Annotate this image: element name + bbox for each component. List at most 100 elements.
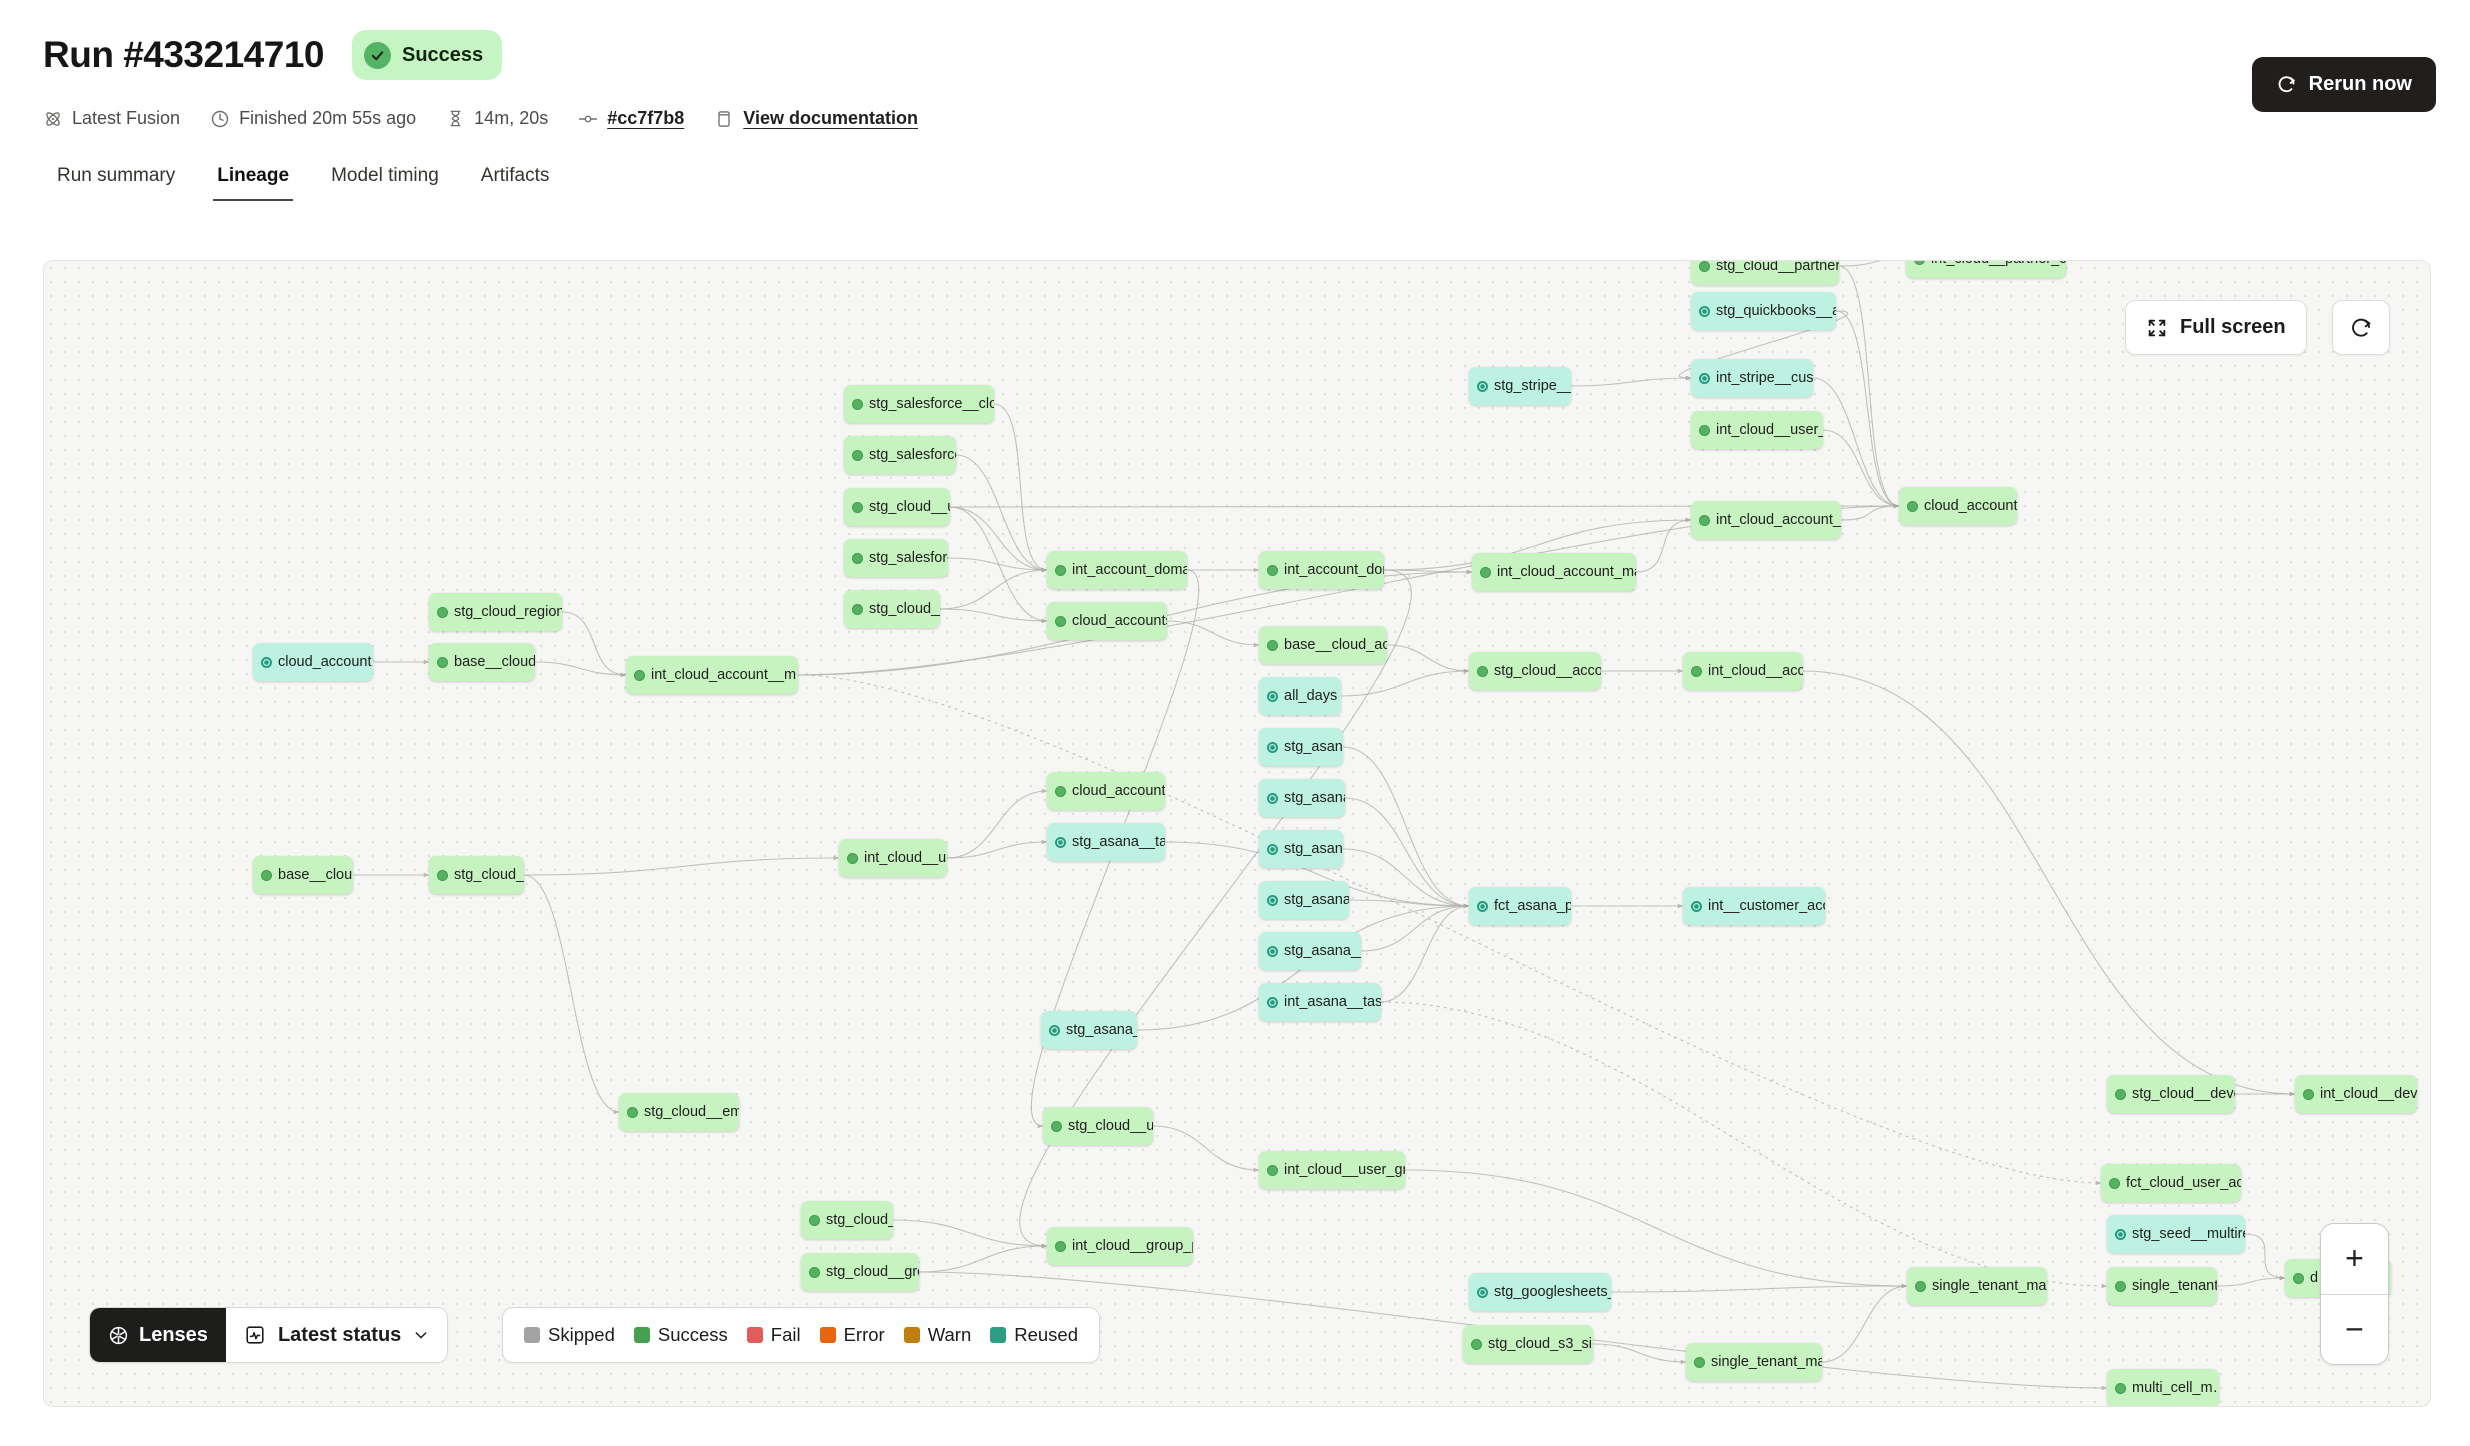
rerun-now-button[interactable]: Rerun now	[2252, 57, 2436, 112]
reused-status-icon	[1267, 691, 1278, 702]
graph-node[interactable]: stg_seed__multireg…	[2107, 1215, 2245, 1253]
refresh-icon	[2349, 316, 2373, 340]
graph-node[interactable]: stg_asana__tas…	[1047, 823, 1165, 861]
graph-node[interactable]: int_account_domain…	[1047, 551, 1187, 589]
commit-link[interactable]: #cc7f7b8	[607, 108, 684, 129]
graph-node[interactable]: cloud_account…	[1899, 487, 2017, 525]
graph-node[interactable]: stg_salesforce…	[844, 539, 948, 577]
zoom-out-button[interactable]: −	[2321, 1295, 2388, 1365]
lineage-edge	[1839, 261, 1906, 266]
graph-node[interactable]: stg_cloud_region…	[429, 593, 562, 631]
graph-node[interactable]: int_cloud__group_per…	[1047, 1227, 1193, 1265]
graph-node[interactable]: single_tenant_map…	[1686, 1343, 1822, 1381]
graph-node[interactable]: stg_cloud__…	[844, 590, 940, 628]
document-icon	[714, 109, 734, 129]
graph-node[interactable]: int_account_dom…	[1259, 551, 1384, 589]
graph-node[interactable]: stg_asana__…	[1259, 881, 1349, 919]
graph-node[interactable]: stg_asana_…	[1259, 779, 1345, 817]
lineage-graph-panel[interactable]: Full screen + − Lenses Latest status Ski…	[43, 260, 2431, 1407]
graph-node[interactable]: stg_quickbooks__a…	[1691, 292, 1836, 330]
zoom-in-button[interactable]: +	[2321, 1224, 2388, 1294]
graph-node[interactable]: int_cloud__accoun…	[1683, 652, 1803, 690]
graph-node[interactable]: cloud_account…	[1047, 772, 1165, 810]
graph-node-label: stg_cloud__us…	[869, 499, 950, 515]
docs-meta[interactable]: View documentation	[714, 108, 918, 129]
graph-node[interactable]: int_cloud__user_ac…	[1691, 411, 1823, 449]
graph-node[interactable]: stg_googlesheets__sin…	[1469, 1273, 1611, 1311]
graph-node[interactable]: fct_asana_proj…	[1469, 887, 1571, 925]
full-screen-label: Full screen	[2180, 316, 2286, 339]
graph-node[interactable]: stg_asana__pr…	[1259, 932, 1361, 970]
tab-artifacts[interactable]: Artifacts	[481, 165, 550, 201]
success-status-icon	[847, 853, 858, 864]
tab-model-timing[interactable]: Model timing	[331, 165, 439, 201]
graph-node[interactable]: stg_cloud_…	[429, 856, 524, 894]
graph-node[interactable]: base__cloud_acco…	[1259, 626, 1387, 664]
graph-refresh-button[interactable]	[2332, 300, 2390, 355]
lineage-edge	[1836, 311, 1899, 506]
lineage-edge	[1593, 1344, 1686, 1362]
graph-node[interactable]: int_cloud__devel…	[2295, 1075, 2417, 1113]
graph-node[interactable]: int_stripe__custo…	[1691, 359, 1813, 397]
graph-node[interactable]: stg_asana…	[1259, 830, 1343, 868]
graph-node[interactable]: int_asana__task_s…	[1259, 983, 1381, 1021]
graph-node[interactable]: stg_asana__…	[1041, 1011, 1137, 1049]
graph-node[interactable]: fct_cloud_user_acc…	[2101, 1164, 2241, 1202]
success-status-icon	[1055, 565, 1066, 576]
graph-node[interactable]: int_cloud_account_ma…	[1691, 501, 1841, 539]
view-documentation-link[interactable]: View documentation	[743, 108, 918, 129]
success-status-icon	[627, 1107, 638, 1118]
graph-node[interactable]: int_cloud__us…	[839, 839, 947, 877]
lineage-edge	[994, 404, 1047, 570]
success-status-icon	[1915, 1281, 1926, 1292]
graph-node[interactable]: single_tenant_…	[2107, 1267, 2217, 1305]
graph-node[interactable]: stg_stripe__c…	[1469, 367, 1571, 405]
success-status-icon	[1691, 666, 1702, 677]
graph-node[interactable]: base__cloud_…	[429, 643, 535, 681]
graph-node[interactable]: base__clou…	[253, 856, 353, 894]
lenses-button[interactable]: Lenses	[90, 1308, 226, 1362]
graph-node-label: stg_salesforce__cloud_…	[869, 396, 994, 412]
lineage-edge	[940, 570, 1047, 609]
success-status-icon	[809, 1267, 820, 1278]
tab-bar: Run summary Lineage Model timing Artifac…	[57, 165, 549, 201]
graph-node[interactable]: stg_salesforce_…	[844, 436, 956, 474]
tab-run-summary[interactable]: Run summary	[57, 165, 175, 201]
graph-node[interactable]: int_cloud__user_group…	[1259, 1151, 1405, 1189]
graph-node[interactable]: stg_cloud__devel…	[2107, 1075, 2235, 1113]
graph-node-label: stg_salesforce_…	[869, 447, 956, 463]
fusion-meta: Latest Fusion	[43, 108, 180, 129]
tab-lineage[interactable]: Lineage	[217, 165, 289, 201]
graph-node[interactable]: int__customer_account…	[1683, 887, 1825, 925]
graph-node[interactable]: stg_cloud_…	[801, 1201, 893, 1239]
graph-node[interactable]: stg_cloud__us…	[844, 488, 950, 526]
graph-node[interactable]: cloud_accounts_…	[1047, 602, 1167, 640]
graph-node[interactable]: stg_cloud__partner_c…	[1691, 260, 1839, 285]
graph-node-label: stg_cloud_…	[826, 1212, 893, 1228]
graph-node[interactable]: single_tenant_mapp…	[1907, 1267, 2047, 1305]
success-status-icon	[1694, 1357, 1705, 1368]
graph-node[interactable]: stg_cloud_s3_singl…	[1463, 1325, 1593, 1363]
lens-select[interactable]: Latest status	[226, 1308, 447, 1362]
graph-node[interactable]: int_cloud_account_ma…	[1472, 553, 1636, 591]
graph-node[interactable]: int_cloud__partner_con…	[1906, 260, 2066, 278]
commit-meta[interactable]: #cc7f7b8	[578, 108, 684, 129]
full-screen-button[interactable]: Full screen	[2125, 300, 2307, 355]
reused-status-icon	[1699, 373, 1710, 384]
success-status-icon	[1699, 261, 1710, 272]
graph-node[interactable]: stg_cloud__us…	[1043, 1107, 1153, 1145]
graph-node[interactable]: multi_cell_m…	[2107, 1369, 2219, 1407]
graph-node[interactable]: stg_cloud__group…	[801, 1253, 919, 1291]
graph-node[interactable]: all_days	[1259, 677, 1341, 715]
graph-node[interactable]: cloud_account…	[253, 643, 373, 681]
graph-node[interactable]: stg_salesforce__cloud_…	[844, 385, 994, 423]
graph-node-label: stg_cloud__accounts…	[1494, 663, 1601, 679]
graph-node[interactable]: stg_asana…	[1259, 728, 1343, 766]
graph-node[interactable]: stg_cloud__email…	[619, 1093, 739, 1131]
graph-node[interactable]: int_cloud_account__m…	[626, 656, 798, 694]
graph-node[interactable]: stg_cloud__accounts…	[1469, 652, 1601, 690]
graph-node-label: int_cloud__user_ac…	[1716, 422, 1823, 438]
graph-node-label: stg_stripe__c…	[1494, 378, 1571, 394]
graph-node-label: cloud_account…	[278, 654, 373, 670]
page-title: Run #433214710	[43, 34, 324, 76]
